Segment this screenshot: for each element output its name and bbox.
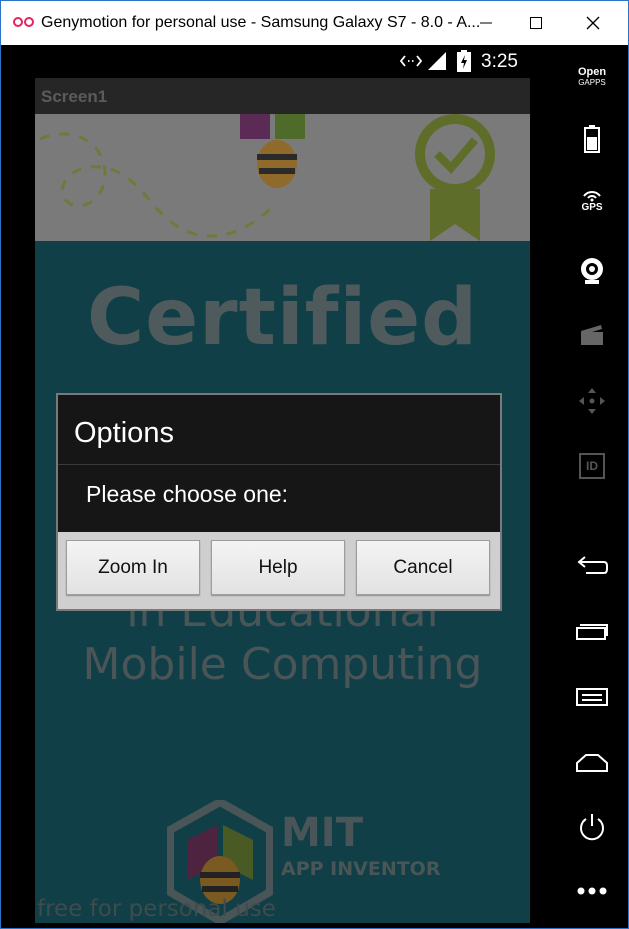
dpad-icon xyxy=(579,388,605,414)
title-bar[interactable]: Genymotion for personal use - Samsung Ga… xyxy=(1,1,628,45)
maximize-button[interactable] xyxy=(508,1,563,45)
banner-decoration-icon xyxy=(39,114,495,241)
webcam-button[interactable] xyxy=(572,251,612,291)
power-icon xyxy=(580,814,604,841)
open-gapps-label-2: GAPPS xyxy=(578,78,606,87)
maximize-icon xyxy=(529,17,542,29)
home-button[interactable] xyxy=(572,743,612,783)
android-status-bar: 3:25 xyxy=(7,45,556,78)
minimize-icon xyxy=(479,22,492,24)
gps-icon xyxy=(583,190,601,201)
cancel-button[interactable]: Cancel xyxy=(356,540,490,595)
status-time: 3:25 xyxy=(481,51,518,72)
webcam-icon xyxy=(581,258,603,284)
gps-button[interactable]: GPS xyxy=(572,181,612,221)
menu-icon xyxy=(576,688,608,706)
dialog-divider xyxy=(58,464,500,465)
dialog-title: Options xyxy=(74,417,174,449)
open-gapps-label-1: Open xyxy=(577,66,607,78)
zoom-in-button[interactable]: Zoom In xyxy=(66,540,200,595)
id-label: ID xyxy=(586,459,598,473)
gps-label: GPS xyxy=(581,201,603,213)
close-button[interactable] xyxy=(565,1,620,45)
close-icon xyxy=(586,16,599,30)
clapperboard-icon xyxy=(581,325,603,345)
battery-button[interactable] xyxy=(572,119,612,159)
dialog-message: Please choose one: xyxy=(86,481,289,507)
home-icon xyxy=(576,754,608,772)
personal-use-watermark: free for personal use xyxy=(37,896,276,922)
app-inventor-logo-text: APP INVENTOR xyxy=(281,858,441,880)
battery-charging-icon xyxy=(457,50,471,72)
genymotion-toolbar: Open GAPPS GPS ID xyxy=(556,45,628,928)
help-button[interactable]: Help xyxy=(211,540,345,595)
battery-icon xyxy=(584,125,600,153)
menu-button[interactable] xyxy=(572,677,612,717)
dialog-button-bar: Zoom In Help Cancel xyxy=(58,532,500,609)
screencast-button[interactable] xyxy=(572,315,612,355)
id-icon: ID xyxy=(579,453,605,479)
remote-control-button[interactable] xyxy=(572,381,612,421)
certificate-line-2: Mobile Computing xyxy=(82,639,483,690)
minimize-button[interactable] xyxy=(458,1,513,45)
recent-apps-icon xyxy=(576,624,608,640)
certificate-headline: Certified xyxy=(86,273,479,363)
open-gapps-button[interactable]: Open GAPPS xyxy=(572,57,612,97)
device-id-button[interactable]: ID xyxy=(572,446,612,486)
recent-apps-button[interactable] xyxy=(572,611,612,651)
window-title: Genymotion for personal use - Samsung Ga… xyxy=(41,14,481,31)
data-transfer-icon xyxy=(400,55,422,67)
more-dots-icon xyxy=(577,887,607,895)
options-dialog: Options Please choose one: Zoom In Help … xyxy=(56,393,502,611)
mit-logo-text: MIT xyxy=(281,810,363,856)
back-arrow-icon xyxy=(577,556,608,574)
back-button[interactable] xyxy=(572,545,612,585)
genymotion-logo-icon xyxy=(13,17,34,27)
more-options-button[interactable] xyxy=(572,871,612,911)
signal-icon xyxy=(428,52,446,70)
emulator-window: Genymotion for personal use - Samsung Ga… xyxy=(0,0,629,929)
app-action-bar: Screen1 xyxy=(35,78,530,114)
certificate-banner xyxy=(35,114,530,241)
app-title: Screen1 xyxy=(41,87,108,106)
power-button[interactable] xyxy=(572,807,612,847)
